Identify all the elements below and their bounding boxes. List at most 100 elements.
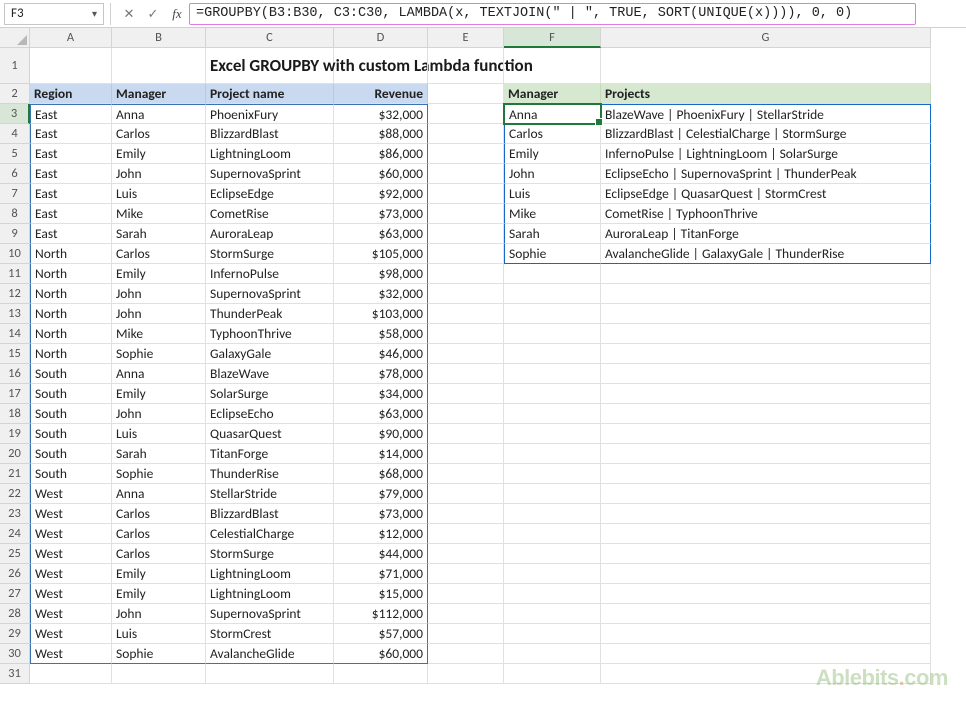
row-header-4[interactable]: 4: [0, 124, 30, 144]
cell-C5[interactable]: LightningLoom: [206, 144, 334, 164]
cell-C4[interactable]: BlizzardBlast: [206, 124, 334, 144]
col-header-C[interactable]: C: [206, 28, 334, 48]
cell-A30[interactable]: West: [30, 644, 112, 664]
cell-A22[interactable]: West: [30, 484, 112, 504]
cell-D3[interactable]: $32,000: [334, 104, 428, 124]
cell-D11[interactable]: $98,000: [334, 264, 428, 284]
cell-D31[interactable]: [334, 664, 428, 684]
cell-F13[interactable]: [504, 304, 601, 324]
cell-C2[interactable]: Project name: [206, 84, 334, 104]
cell-D18[interactable]: $63,000: [334, 404, 428, 424]
active-cell[interactable]: Anna: [504, 104, 601, 124]
cell-G9[interactable]: AuroraLeap | TitanForge: [601, 224, 931, 244]
cell-E10[interactable]: [428, 244, 504, 264]
cell-G3[interactable]: BlazeWave | PhoenixFury | StellarStride: [601, 104, 931, 124]
cell-F19[interactable]: [504, 424, 601, 444]
cell-F25[interactable]: [504, 544, 601, 564]
cell-A26[interactable]: West: [30, 564, 112, 584]
cell-C15[interactable]: GalaxyGale: [206, 344, 334, 364]
row-header-28[interactable]: 28: [0, 604, 30, 624]
cell-A21[interactable]: South: [30, 464, 112, 484]
cell-C11[interactable]: InfernoPulse: [206, 264, 334, 284]
row-header-11[interactable]: 11: [0, 264, 30, 284]
cell-G2[interactable]: Projects: [601, 84, 931, 104]
chevron-down-icon[interactable]: ▾: [92, 7, 97, 20]
cell-D5[interactable]: $86,000: [334, 144, 428, 164]
cell-C19[interactable]: QuasarQuest: [206, 424, 334, 444]
cell-F23[interactable]: [504, 504, 601, 524]
cell-E6[interactable]: [428, 164, 504, 184]
cell-B23[interactable]: Carlos: [112, 504, 206, 524]
cell-A4[interactable]: East: [30, 124, 112, 144]
cell-G15[interactable]: [601, 344, 931, 364]
cell-F5[interactable]: Emily: [504, 144, 601, 164]
cell-D16[interactable]: $78,000: [334, 364, 428, 384]
row-header-24[interactable]: 24: [0, 524, 30, 544]
cell-C31[interactable]: [206, 664, 334, 684]
row-header-25[interactable]: 25: [0, 544, 30, 564]
cell-B17[interactable]: Emily: [112, 384, 206, 404]
cell-A25[interactable]: West: [30, 544, 112, 564]
cell-G30[interactable]: [601, 644, 931, 664]
cell-F1[interactable]: [504, 48, 601, 84]
row-header-15[interactable]: 15: [0, 344, 30, 364]
cell-E7[interactable]: [428, 184, 504, 204]
cell-A6[interactable]: East: [30, 164, 112, 184]
cell-D9[interactable]: $63,000: [334, 224, 428, 244]
cell-A2[interactable]: Region: [30, 84, 112, 104]
cell-A12[interactable]: North: [30, 284, 112, 304]
row-header-21[interactable]: 21: [0, 464, 30, 484]
cell-G25[interactable]: [601, 544, 931, 564]
row-header-30[interactable]: 30: [0, 644, 30, 664]
cell-C18[interactable]: EclipseEcho: [206, 404, 334, 424]
cell-F22[interactable]: [504, 484, 601, 504]
cell-C8[interactable]: CometRise: [206, 204, 334, 224]
row-header-9[interactable]: 9: [0, 224, 30, 244]
cell-G6[interactable]: EclipseEcho | SupernovaSprint | ThunderP…: [601, 164, 931, 184]
cell-F31[interactable]: [504, 664, 601, 684]
cell-A16[interactable]: South: [30, 364, 112, 384]
cell-D12[interactable]: $32,000: [334, 284, 428, 304]
cell-G17[interactable]: [601, 384, 931, 404]
enter-icon[interactable]: ✓: [141, 3, 165, 25]
cell-B21[interactable]: Sophie: [112, 464, 206, 484]
cell-G28[interactable]: [601, 604, 931, 624]
cell-D30[interactable]: $60,000: [334, 644, 428, 664]
cell-D15[interactable]: $46,000: [334, 344, 428, 364]
cell-G5[interactable]: InfernoPulse | LightningLoom | SolarSurg…: [601, 144, 931, 164]
cell-F9[interactable]: Sarah: [504, 224, 601, 244]
row-header-6[interactable]: 6: [0, 164, 30, 184]
cell-E17[interactable]: [428, 384, 504, 404]
cell-B1[interactable]: [112, 48, 206, 84]
row-header-27[interactable]: 27: [0, 584, 30, 604]
cell-E16[interactable]: [428, 364, 504, 384]
cell-G4[interactable]: BlizzardBlast | CelestialCharge | StormS…: [601, 124, 931, 144]
cell-G10[interactable]: AvalancheGlide | GalaxyGale | ThunderRis…: [601, 244, 931, 264]
cell-G21[interactable]: [601, 464, 931, 484]
row-header-13[interactable]: 13: [0, 304, 30, 324]
cell-F21[interactable]: [504, 464, 601, 484]
cell-A3[interactable]: East: [30, 104, 112, 124]
cell-B31[interactable]: [112, 664, 206, 684]
cell-B3[interactable]: Anna: [112, 104, 206, 124]
cell-B4[interactable]: Carlos: [112, 124, 206, 144]
cell-A9[interactable]: East: [30, 224, 112, 244]
cell-E19[interactable]: [428, 424, 504, 444]
cell-C7[interactable]: EclipseEdge: [206, 184, 334, 204]
cell-A23[interactable]: West: [30, 504, 112, 524]
cell-C9[interactable]: AuroraLeap: [206, 224, 334, 244]
cell-A1[interactable]: [30, 48, 112, 84]
cell-D10[interactable]: $105,000: [334, 244, 428, 264]
row-header-19[interactable]: 19: [0, 424, 30, 444]
cell-E14[interactable]: [428, 324, 504, 344]
cell-G20[interactable]: [601, 444, 931, 464]
cell-A10[interactable]: North: [30, 244, 112, 264]
cell-D27[interactable]: $15,000: [334, 584, 428, 604]
cell-C29[interactable]: StormCrest: [206, 624, 334, 644]
cell-E30[interactable]: [428, 644, 504, 664]
cell-C12[interactable]: SupernovaSprint: [206, 284, 334, 304]
cell-G22[interactable]: [601, 484, 931, 504]
cell-A11[interactable]: North: [30, 264, 112, 284]
cell-A28[interactable]: West: [30, 604, 112, 624]
cell-E4[interactable]: [428, 124, 504, 144]
